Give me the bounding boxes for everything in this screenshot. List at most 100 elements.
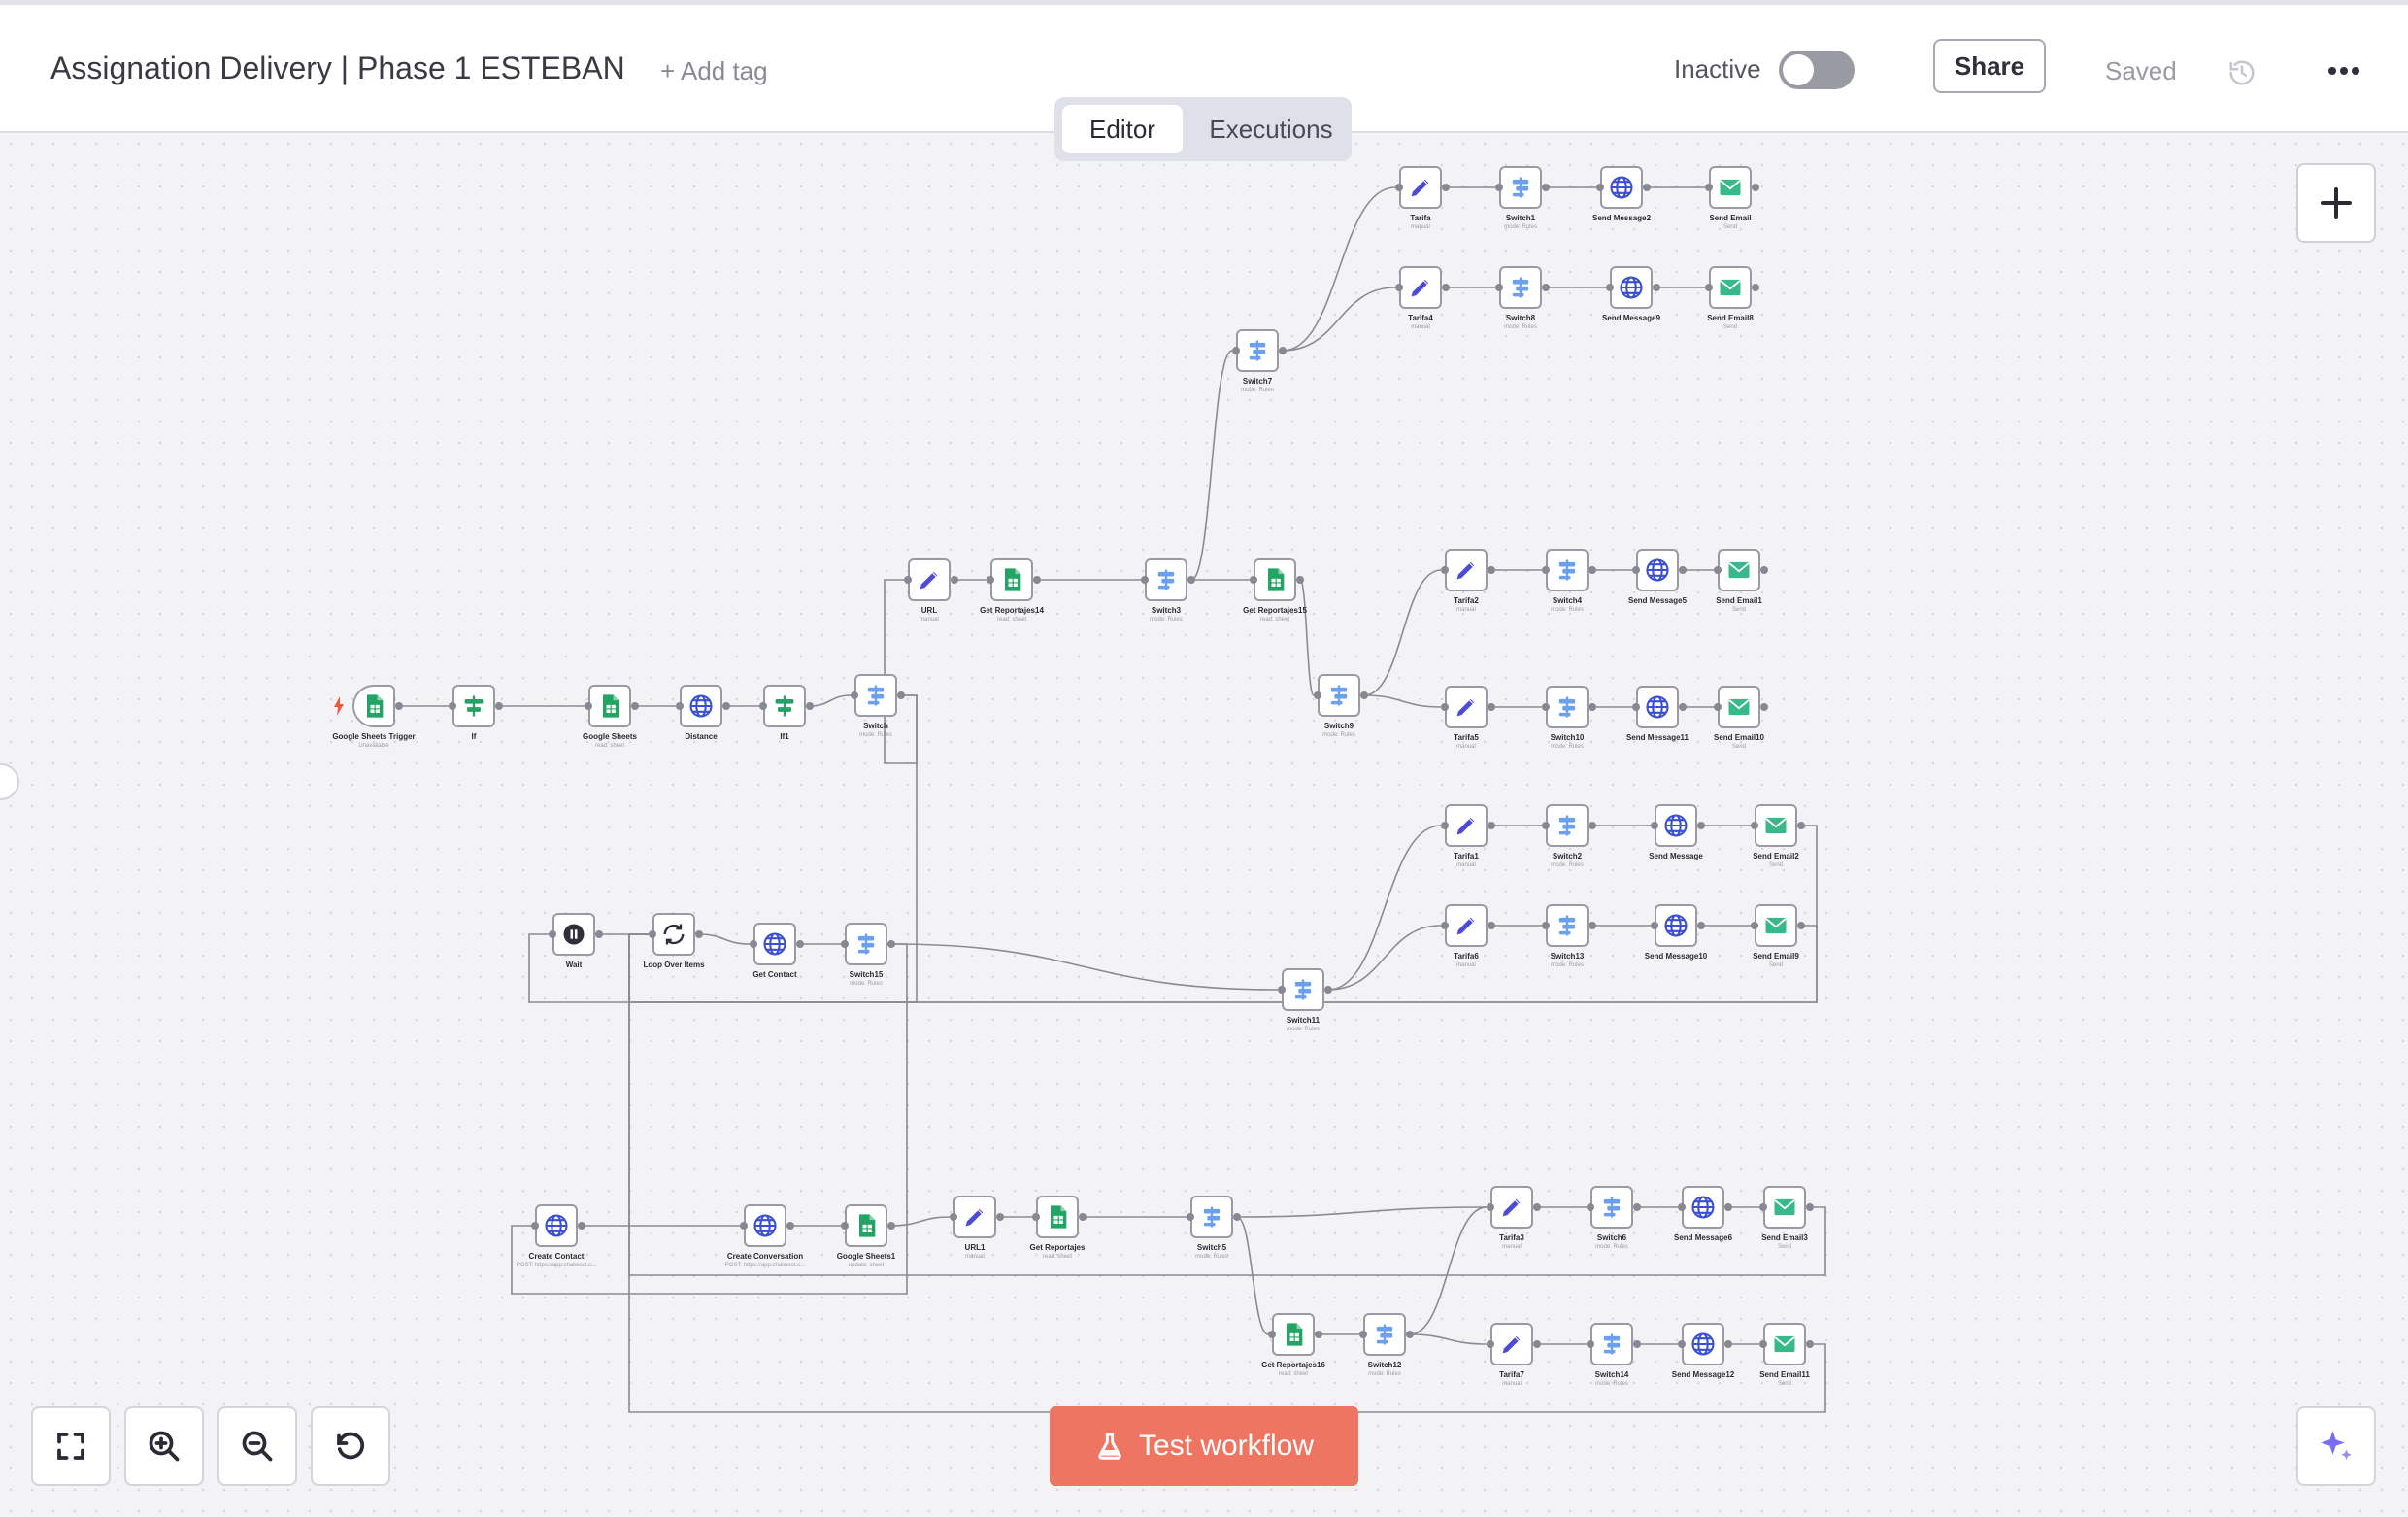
- output-port[interactable]: [1488, 703, 1495, 711]
- test-workflow-button[interactable]: Test workflow: [1050, 1406, 1358, 1486]
- input-port[interactable]: [1751, 922, 1758, 929]
- node-tarifa6[interactable]: [1445, 904, 1488, 947]
- input-port[interactable]: [1751, 822, 1758, 829]
- node-s2[interactable]: [1546, 804, 1589, 847]
- input-port[interactable]: [1487, 1340, 1494, 1348]
- input-port[interactable]: [1314, 691, 1321, 699]
- output-port[interactable]: [1324, 986, 1332, 994]
- input-port[interactable]: [1359, 1331, 1367, 1338]
- output-port[interactable]: [1589, 566, 1596, 574]
- node-s6[interactable]: [1590, 1186, 1633, 1229]
- input-port[interactable]: [1651, 822, 1658, 829]
- input-port[interactable]: [841, 1222, 849, 1230]
- input-port[interactable]: [1678, 1203, 1686, 1211]
- input-port[interactable]: [1187, 1213, 1194, 1221]
- node-sm6[interactable]: [1682, 1186, 1724, 1229]
- node-sm5[interactable]: [1636, 549, 1679, 591]
- input-port[interactable]: [531, 1222, 539, 1230]
- tab-executions[interactable]: Executions: [1200, 105, 1342, 153]
- output-port[interactable]: [595, 930, 603, 938]
- input-port[interactable]: [649, 930, 656, 938]
- node-gc[interactable]: [753, 923, 796, 965]
- input-port[interactable]: [1278, 986, 1286, 994]
- output-port[interactable]: [996, 1213, 1004, 1221]
- input-port[interactable]: [841, 940, 849, 948]
- output-port[interactable]: [1697, 922, 1705, 929]
- output-port[interactable]: [1442, 184, 1450, 191]
- output-port[interactable]: [395, 702, 403, 710]
- node-sw7[interactable]: [1236, 329, 1279, 372]
- node-se3[interactable]: [1763, 1186, 1806, 1229]
- output-port[interactable]: [1406, 1331, 1414, 1338]
- output-port[interactable]: [1488, 566, 1495, 574]
- output-port[interactable]: [1806, 1203, 1814, 1211]
- output-port[interactable]: [1633, 1203, 1641, 1211]
- input-port[interactable]: [1587, 1340, 1594, 1348]
- node-tarifa3[interactable]: [1490, 1186, 1533, 1229]
- output-port[interactable]: [722, 702, 730, 710]
- input-port[interactable]: [851, 691, 858, 699]
- node-se9[interactable]: [1755, 904, 1797, 947]
- input-port[interactable]: [1632, 703, 1640, 711]
- zoom-out-button[interactable]: [217, 1406, 297, 1486]
- output-port[interactable]: [1760, 566, 1768, 574]
- output-port[interactable]: [578, 1222, 585, 1230]
- input-port[interactable]: [1495, 184, 1503, 191]
- node-tarifa4[interactable]: [1399, 266, 1442, 309]
- node-gr15[interactable]: [1254, 558, 1296, 601]
- input-port[interactable]: [585, 702, 592, 710]
- input-port[interactable]: [1395, 284, 1403, 291]
- output-port[interactable]: [897, 691, 905, 699]
- node-sm2[interactable]: [1600, 166, 1643, 209]
- node-gs[interactable]: [588, 685, 631, 727]
- node-gr14[interactable]: [990, 558, 1033, 601]
- output-port[interactable]: [1360, 691, 1368, 699]
- input-port[interactable]: [1395, 184, 1403, 191]
- output-port[interactable]: [951, 576, 958, 584]
- output-port[interactable]: [1653, 284, 1660, 291]
- node-sw12[interactable]: [1363, 1313, 1406, 1356]
- node-sw[interactable]: [854, 674, 897, 717]
- output-port[interactable]: [1679, 566, 1687, 574]
- node-s8[interactable]: [1499, 266, 1542, 309]
- node-url[interactable]: [908, 558, 951, 601]
- node-dist[interactable]: [680, 685, 722, 727]
- output-port[interactable]: [1079, 1213, 1087, 1221]
- output-port[interactable]: [1633, 1340, 1641, 1348]
- output-port[interactable]: [1679, 703, 1687, 711]
- input-port[interactable]: [1651, 922, 1658, 929]
- reset-zoom-button[interactable]: [311, 1406, 390, 1486]
- input-port[interactable]: [1441, 566, 1449, 574]
- node-tarifa7[interactable]: [1490, 1323, 1533, 1365]
- input-port[interactable]: [1441, 822, 1449, 829]
- output-port[interactable]: [1589, 822, 1596, 829]
- node-sm[interactable]: [1655, 804, 1697, 847]
- input-port[interactable]: [1587, 1203, 1594, 1211]
- input-port[interactable]: [750, 940, 757, 948]
- output-port[interactable]: [1752, 284, 1759, 291]
- zoom-to-fit-button[interactable]: [31, 1406, 111, 1486]
- ai-assistant-button[interactable]: [2296, 1406, 2376, 1486]
- input-port[interactable]: [1678, 1340, 1686, 1348]
- zoom-in-button[interactable]: [124, 1406, 204, 1486]
- output-port[interactable]: [1279, 347, 1287, 354]
- output-port[interactable]: [1442, 284, 1450, 291]
- output-port[interactable]: [1233, 1213, 1241, 1221]
- input-port[interactable]: [950, 1213, 957, 1221]
- input-port[interactable]: [1606, 284, 1614, 291]
- input-port[interactable]: [1714, 703, 1722, 711]
- output-port[interactable]: [1760, 703, 1768, 711]
- output-port[interactable]: [1697, 822, 1705, 829]
- input-port[interactable]: [1632, 566, 1640, 574]
- node-sm12[interactable]: [1682, 1323, 1724, 1365]
- input-port[interactable]: [1542, 566, 1550, 574]
- node-s4[interactable]: [1546, 549, 1589, 591]
- input-port[interactable]: [1441, 922, 1449, 929]
- output-port[interactable]: [1724, 1340, 1732, 1348]
- node-url1[interactable]: [953, 1196, 996, 1238]
- input-port[interactable]: [1268, 1331, 1276, 1338]
- input-port[interactable]: [1714, 566, 1722, 574]
- input-port[interactable]: [1032, 1213, 1040, 1221]
- output-port[interactable]: [887, 940, 895, 948]
- node-tarifa5[interactable]: [1445, 686, 1488, 728]
